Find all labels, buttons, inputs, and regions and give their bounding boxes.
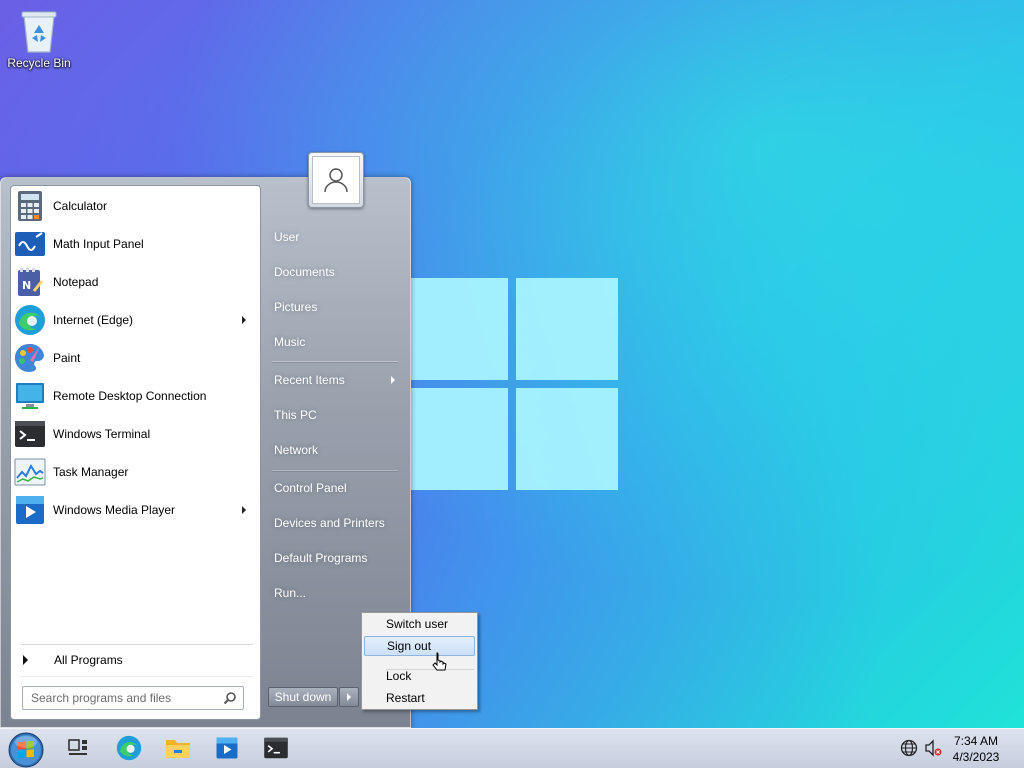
taskbar <box>0 728 1024 768</box>
taskbar-task-view[interactable] <box>62 732 94 764</box>
desktop-icon-label: Recycle Bin <box>7 56 71 70</box>
file-explorer-icon <box>166 740 190 758</box>
media-player-icon <box>13 493 47 527</box>
program-label: Calculator <box>53 199 108 213</box>
calculator-icon <box>13 189 47 223</box>
taskbar-media-player[interactable] <box>211 732 243 764</box>
program-notepad[interactable]: N Notepad <box>13 264 258 300</box>
program-label: Paint <box>53 351 81 365</box>
menu-item-switch-user[interactable]: Switch user <box>364 614 475 634</box>
right-divider <box>272 470 398 471</box>
svg-text:N: N <box>22 279 31 292</box>
start-link-control-panel[interactable]: Control Panel <box>274 481 347 495</box>
menu-item-sign-out[interactable]: Sign out <box>364 636 475 656</box>
media-player-icon <box>216 737 238 759</box>
power-options-menu: Switch user Sign out Lock Restart <box>361 612 478 710</box>
search-placeholder: Search programs and files <box>31 691 172 705</box>
start-link-music[interactable]: Music <box>274 335 305 349</box>
program-edge[interactable]: Internet (Edge) <box>13 302 258 338</box>
start-link-this-pc[interactable]: This PC <box>274 408 317 422</box>
programs-pane: Calculator Math Input Panel N Notepad In… <box>10 185 261 720</box>
recycle-bin-icon <box>21 11 57 53</box>
submenu-arrow-icon <box>391 376 395 384</box>
start-button[interactable] <box>7 731 45 768</box>
search-icon <box>223 692 236 705</box>
program-windows-media-player[interactable]: Windows Media Player <box>13 492 258 528</box>
start-link-run[interactable]: Run... <box>274 586 306 600</box>
expand-arrow-icon <box>23 655 28 665</box>
terminal-icon <box>264 737 288 759</box>
all-programs-label: All Programs <box>54 653 123 667</box>
notepad-icon: N <box>13 265 47 299</box>
search-divider <box>21 676 253 677</box>
start-link-documents[interactable]: Documents <box>274 265 335 279</box>
start-link-user[interactable]: User <box>274 230 299 244</box>
program-remote-desktop[interactable]: Remote Desktop Connection <box>13 378 258 414</box>
network-globe-icon[interactable] <box>900 739 918 757</box>
menu-item-restart[interactable]: Restart <box>364 688 475 708</box>
submenu-arrow-icon <box>242 316 246 324</box>
math-input-panel-icon <box>13 227 47 261</box>
edge-icon <box>13 303 47 337</box>
shutdown-options-button[interactable] <box>339 687 359 707</box>
start-menu: Calculator Math Input Panel N Notepad In… <box>0 177 411 728</box>
program-windows-terminal[interactable]: Windows Terminal <box>13 416 258 452</box>
start-link-pictures[interactable]: Pictures <box>274 300 317 314</box>
paint-icon <box>13 341 47 375</box>
clock-date: 4/3/2023 <box>952 750 1000 764</box>
menu-item-lock[interactable]: Lock <box>364 666 475 686</box>
volume-muted-icon[interactable] <box>924 739 942 757</box>
start-link-devices-and-printers[interactable]: Devices and Printers <box>274 516 385 530</box>
program-label: Task Manager <box>53 465 129 479</box>
tray-clock[interactable]: 7:34 AM 4/3/2023 <box>948 733 1004 765</box>
terminal-icon <box>13 417 47 451</box>
desktop-icon-recycle-bin[interactable]: Recycle Bin <box>6 8 72 70</box>
edge-icon <box>116 735 142 761</box>
program-paint[interactable]: Paint <box>13 340 258 376</box>
shutdown-button[interactable]: Shut down <box>268 687 338 707</box>
program-label: Remote Desktop Connection <box>53 389 207 403</box>
user-icon <box>324 168 348 193</box>
start-link-default-programs[interactable]: Default Programs <box>274 551 367 565</box>
program-label: Internet (Edge) <box>53 313 134 327</box>
start-link-recent-items[interactable]: Recent Items <box>274 373 398 387</box>
all-programs-divider <box>21 644 253 645</box>
program-label: Math Input Panel <box>53 237 144 251</box>
chevron-right-icon <box>347 693 351 701</box>
program-label: Notepad <box>53 275 99 289</box>
taskbar-edge[interactable] <box>113 732 145 764</box>
clock-time: 7:34 AM <box>953 734 999 748</box>
start-link-network[interactable]: Network <box>274 443 318 457</box>
task-view-icon <box>68 739 87 755</box>
program-math-input-panel[interactable]: Math Input Panel <box>13 226 258 262</box>
remote-desktop-icon <box>13 379 47 413</box>
search-input[interactable]: Search programs and files <box>22 686 244 710</box>
right-divider <box>272 361 398 362</box>
program-task-manager[interactable]: Task Manager <box>13 454 258 490</box>
program-label: Windows Terminal <box>53 427 151 441</box>
submenu-arrow-icon <box>242 506 246 514</box>
taskbar-file-explorer[interactable] <box>162 732 194 764</box>
program-calculator[interactable]: Calculator <box>13 188 258 224</box>
user-avatar[interactable] <box>308 152 364 208</box>
windows-logo-wallpaper <box>408 278 618 490</box>
task-manager-icon <box>13 455 47 489</box>
taskbar-terminal[interactable] <box>260 732 292 764</box>
mouse-cursor-icon <box>432 652 447 671</box>
program-label: Windows Media Player <box>53 503 176 517</box>
all-programs-button[interactable]: All Programs <box>19 649 254 671</box>
